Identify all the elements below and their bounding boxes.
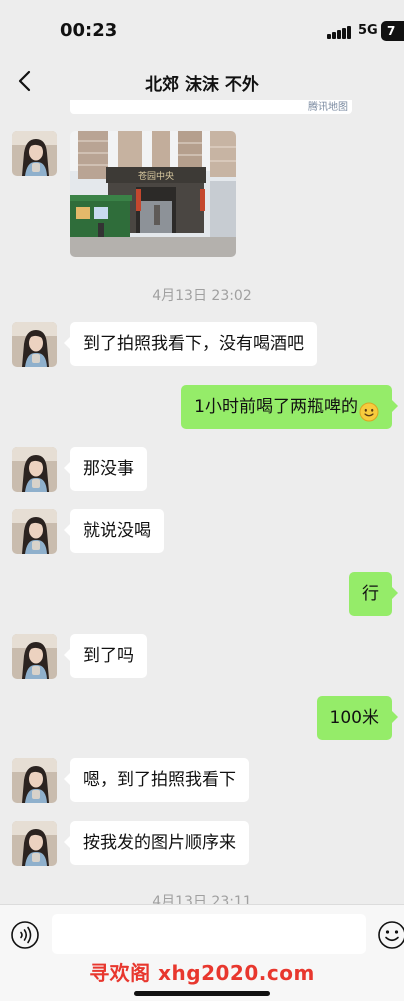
gate-sign-text: 苍园中央 (138, 170, 174, 182)
avatar[interactable] (12, 131, 57, 176)
message-bubble-outgoing[interactable]: 行 (349, 572, 398, 616)
message-bubble-incoming[interactable]: 嗯，到了拍照我看下 (64, 758, 249, 802)
message-text: 1小时前喝了两瓶啤的 (194, 397, 358, 417)
avatar[interactable] (12, 821, 57, 866)
smiley-icon[interactable] (377, 920, 404, 950)
status-bar: 00:23 5G 7 (0, 0, 404, 60)
message-bubble-outgoing[interactable]: 1小时前喝了两瓶啤的 (181, 385, 398, 429)
signal-icon (327, 26, 351, 39)
timestamp: 4月13日 23:02 (152, 288, 252, 304)
message-input[interactable] (52, 914, 366, 954)
input-bar: 寻欢阁 xhg2020.com (0, 904, 404, 1001)
home-indicator (134, 991, 270, 996)
message-bubble-incoming[interactable]: 到了吗 (64, 634, 147, 678)
avatar[interactable] (12, 322, 57, 367)
map-label: 腾讯地图 (308, 102, 348, 113)
message-bubble-outgoing[interactable]: 100米 (316, 696, 399, 740)
message-bubble-incoming[interactable]: 到了拍照我看下，没有喝酒吧 (64, 322, 317, 366)
map-card[interactable]: 腾讯地图 (70, 100, 352, 114)
avatar[interactable] (12, 634, 57, 679)
battery-icon: 7 (381, 21, 404, 41)
watermark: 寻欢阁 xhg2020.com (89, 961, 315, 985)
voice-icon[interactable] (10, 920, 40, 950)
avatar[interactable] (12, 758, 57, 803)
smile-emoji (359, 395, 379, 422)
status-time: 00:23 (60, 20, 118, 41)
chat-title: 北郊 沫沫 不外 (145, 75, 259, 95)
chat-header: 北郊 沫沫 不外 (0, 60, 404, 104)
message-bubble-incoming[interactable]: 按我发的图片顺序来 (64, 821, 249, 865)
avatar[interactable] (12, 509, 57, 554)
avatar[interactable] (12, 447, 57, 492)
network-type: 5G (358, 23, 378, 38)
message-bubble-incoming[interactable]: 就说没喝 (64, 509, 164, 553)
photo-message[interactable]: 苍园中央 (70, 131, 236, 257)
message-bubble-incoming[interactable]: 那没事 (64, 447, 147, 491)
